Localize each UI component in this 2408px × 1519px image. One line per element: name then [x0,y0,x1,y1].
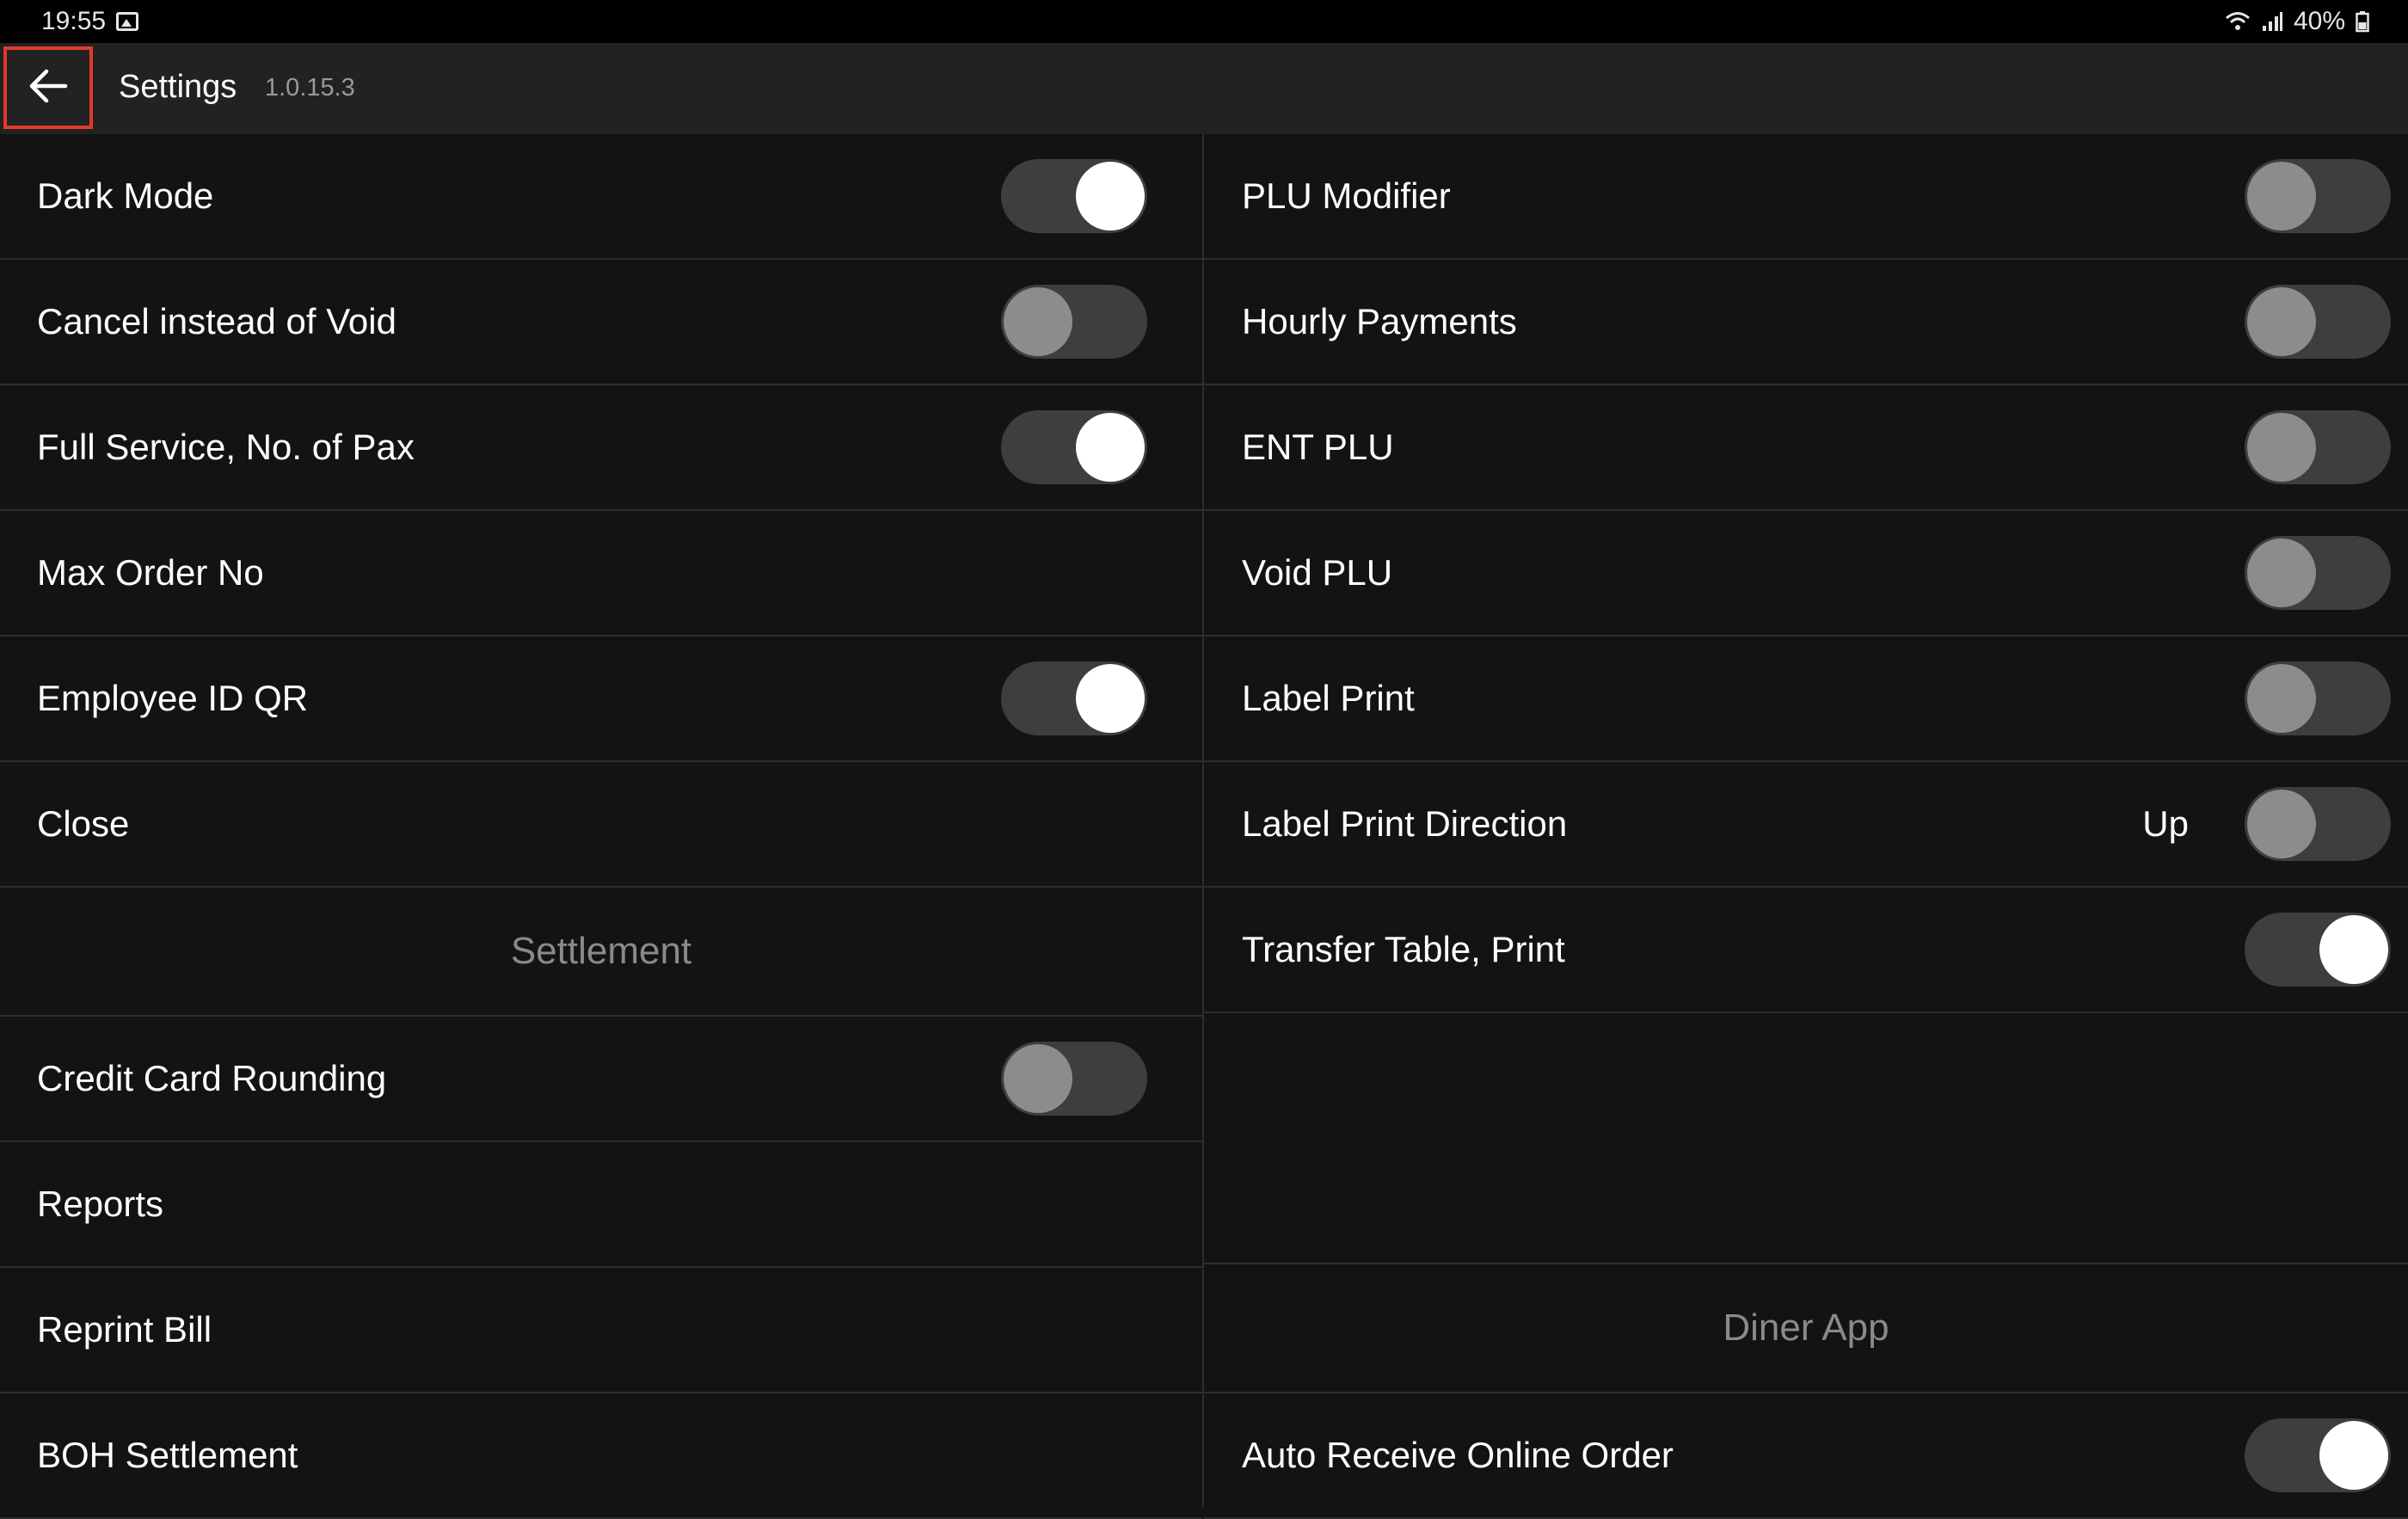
setting-row-label-print-direction[interactable]: Label Print Direction Up [1204,762,2408,888]
toggle-knob [1004,1044,1072,1113]
toggle-knob [2319,1421,2388,1490]
toggle-knob [2247,413,2316,482]
setting-row-hourly-payments[interactable]: Hourly Payments [1204,260,2408,385]
toggle-knob [1076,162,1145,231]
section-header-settlement: Settlement [0,888,1202,1017]
toggle-knob [1076,664,1145,733]
auto-receive-online-order-toggle[interactable] [2245,1418,2391,1492]
section-title: Settlement [510,930,692,972]
setting-label: PLU Modifier [1242,175,1451,216]
setting-label: BOH Settlement [37,1435,298,1475]
setting-label: Close [37,803,130,844]
page-title: Settings [119,69,237,105]
settings-left-column: Dark Mode Cancel instead of Void Full Se… [0,134,1204,1519]
setting-row-dark-mode[interactable]: Dark Mode [0,134,1202,260]
signal-icon [2261,10,2283,33]
toggle-knob [2247,790,2316,858]
toggle-knob [1076,413,1145,482]
setting-row-close[interactable]: Close [0,762,1202,888]
setting-label: Max Order No [37,552,264,593]
toggle-knob [2247,538,2316,607]
setting-label: Cancel instead of Void [37,301,396,341]
toggle-knob [2247,162,2316,231]
setting-row-reprint-bill[interactable]: Reprint Bill [0,1268,1202,1393]
status-left: 19:55 [41,7,139,36]
hourly-payments-toggle[interactable] [2245,285,2391,359]
setting-label: Employee ID QR [37,678,309,718]
label-print-toggle[interactable] [2245,661,2391,735]
toggle-knob [1004,287,1072,356]
setting-row-reports[interactable]: Reports [0,1142,1202,1268]
status-time: 19:55 [41,7,107,35]
ent-plu-toggle[interactable] [2245,410,2391,484]
setting-row-max-order-no[interactable]: Max Order No [0,511,1202,637]
cancel-instead-of-void-toggle[interactable] [1001,285,1147,359]
empty-space [1204,1013,2408,1264]
label-print-direction-value[interactable]: Up [2142,803,2189,845]
setting-label: Reprint Bill [37,1309,212,1350]
status-right: 40% [2225,7,2369,36]
setting-row-cancel-instead-of-void[interactable]: Cancel instead of Void [0,260,1202,385]
setting-label: Transfer Table, Print [1242,929,1565,969]
setting-row-ent-plu[interactable]: ENT PLU [1204,385,2408,511]
status-bar: 19:55 40% [0,0,2408,43]
setting-row-boh-settlement[interactable]: BOH Settlement [0,1393,1202,1519]
setting-label: Dark Mode [37,175,214,216]
section-header-diner-app: Diner App [1204,1264,2408,1393]
setting-label: Label Print [1242,678,1415,718]
setting-label: Void PLU [1242,552,1393,593]
battery-icon [2356,10,2369,33]
label-print-direction-toggle[interactable] [2245,787,2391,861]
setting-label: ENT PLU [1242,427,1394,467]
setting-row-credit-card-rounding[interactable]: Credit Card Rounding [0,1017,1202,1142]
toggle-knob [2247,287,2316,356]
setting-label: Hourly Payments [1242,301,1517,341]
battery-percent: 40% [2293,7,2345,35]
setting-row-void-plu[interactable]: Void PLU [1204,511,2408,637]
setting-row-transfer-table-print[interactable]: Transfer Table, Print [1204,888,2408,1013]
setting-label: Label Print Direction [1242,803,1568,844]
wifi-icon [2225,10,2251,33]
employee-id-qr-toggle[interactable] [1001,661,1147,735]
setting-label: Full Service, No. of Pax [37,427,415,467]
setting-row-plu-modifier[interactable]: PLU Modifier [1204,134,2408,260]
back-button[interactable] [3,46,93,129]
transfer-table-print-toggle[interactable] [2245,913,2391,987]
toggle-knob [2319,915,2388,984]
dark-mode-toggle[interactable] [1001,159,1147,233]
setting-row-label-print[interactable]: Label Print [1204,637,2408,762]
full-service-toggle[interactable] [1001,410,1147,484]
void-plu-toggle[interactable] [2245,536,2391,610]
app-version: 1.0.15.3 [265,74,355,101]
setting-row-full-service[interactable]: Full Service, No. of Pax [0,385,1202,511]
settings-right-column: PLU Modifier Hourly Payments ENT PLU Voi… [1204,134,2408,1519]
gallery-icon [116,12,139,31]
credit-card-rounding-toggle[interactable] [1001,1042,1147,1116]
setting-label: Auto Receive Online Order [1242,1435,1674,1475]
toggle-knob [2247,664,2316,733]
arrow-left-icon [28,67,69,109]
plu-modifier-toggle[interactable] [2245,159,2391,233]
app-bar: Settings 1.0.15.3 [0,43,2408,134]
setting-row-auto-receive-online-order[interactable]: Auto Receive Online Order [1204,1393,2408,1519]
setting-label: Credit Card Rounding [37,1058,387,1098]
setting-row-employee-id-qr[interactable]: Employee ID QR [0,637,1202,762]
setting-label: Reports [37,1184,164,1224]
section-title: Diner App [1723,1307,1889,1349]
